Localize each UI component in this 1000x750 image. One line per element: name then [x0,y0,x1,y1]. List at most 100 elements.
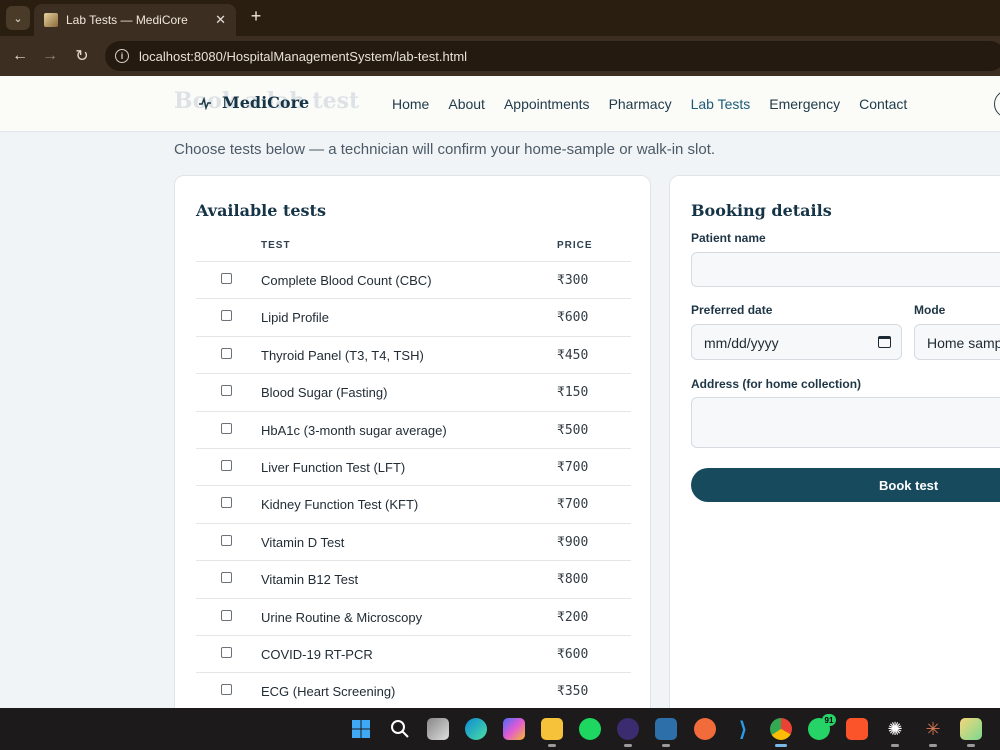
preferred-date-label: Preferred date [691,303,773,317]
test-name: COVID-19 RT-PCR [261,646,373,662]
test-name: Vitamin B12 Test [261,572,359,588]
nav-appointments[interactable]: Appointments [504,96,590,112]
test-checkbox[interactable] [221,572,232,584]
tab-search-chevron-icon[interactable]: ⌄ [6,6,30,30]
book-test-button[interactable]: Book test [691,468,1000,502]
patient-name-input[interactable] [691,252,1000,287]
test-checkbox[interactable] [221,684,232,696]
test-checkbox[interactable] [221,609,232,621]
browser-toolbar: ← → ↻ i localhost:8080/HospitalManagemen… [0,36,1000,76]
brave-browser-icon[interactable] [846,718,868,740]
table-row: Liver Function Test (LFT) ₹700 [196,449,631,487]
nav-about[interactable]: About [448,96,485,112]
tests-table-body: Complete Blood Count (CBC) ₹300 Lipid Pro… [196,262,631,711]
test-name: ECG (Heart Screening) [261,684,396,700]
test-name: Kidney Function Test (KFT) [261,497,419,513]
table-row: Lipid Profile ₹600 [196,299,631,337]
site-header: Book a lab test MediCore Home About Appo… [0,76,1000,132]
app-running-indicator [967,744,975,747]
test-checkbox[interactable] [221,497,232,509]
postman-icon[interactable] [694,718,716,740]
address-textarea[interactable] [691,397,1000,448]
search-icon[interactable] [389,718,411,740]
table-row: ECG (Heart Screening) ₹350 [196,673,631,711]
favicon-icon [44,13,58,27]
nav-emergency[interactable]: Emergency [769,96,840,112]
nav-pharmacy[interactable]: Pharmacy [609,96,672,112]
windows-start-icon[interactable] [350,718,372,740]
url-text: localhost:8080/HospitalManagementSystem/… [139,48,468,64]
patient-name-label: Patient name [691,231,766,245]
test-checkbox[interactable] [221,459,232,471]
account-button[interactable] [994,90,1000,118]
file-explorer-icon[interactable] [541,718,563,740]
test-name: Thyroid Panel (T3, T4, TSH) [261,347,424,363]
nav-home[interactable]: Home [392,96,429,112]
claude-icon[interactable]: ✳ [922,718,944,740]
edge-browser-icon[interactable] [465,718,487,740]
calendar-icon[interactable] [878,336,891,348]
table-row: Blood Sugar (Fasting) ₹150 [196,374,631,412]
eclipse-ide-icon[interactable] [617,718,639,740]
browser-tab[interactable]: Lab Tests — MediCore ✕ [34,4,236,36]
book-test-label: Book test [879,478,939,493]
test-name: Complete Blood Count (CBC) [261,273,432,288]
chatgpt-running-indicator [891,744,899,747]
address-label: Address (for home collection) [691,377,862,391]
new-tab-icon[interactable]: + [246,6,266,28]
table-row: COVID-19 RT-PCR ₹600 [196,636,631,674]
forward-arrow-icon[interactable]: → [38,44,62,68]
table-row: HbA1c (3-month sugar average) ₹500 [196,412,631,449]
copilot-icon[interactable] [503,718,525,740]
test-price: ₹800 [557,572,589,588]
test-price: ₹900 [557,534,589,550]
test-checkbox[interactable] [221,385,232,397]
chatgpt-icon[interactable]: ✺ [884,718,906,740]
test-price: ₹600 [557,646,589,662]
back-arrow-icon[interactable]: ← [8,44,32,68]
test-name: HbA1c (3-month sugar average) [261,422,447,438]
table-row: Vitamin D Test ₹900 [196,524,631,562]
available-tests-title: Available tests [196,201,326,220]
test-checkbox[interactable] [221,273,232,284]
vscode-icon[interactable]: ⟩ [732,718,754,741]
test-price: ₹150 [557,385,589,401]
test-checkbox[interactable] [221,534,232,546]
test-name: Liver Function Test (LFT) [261,459,406,475]
main-nav: Home About Appointments Pharmacy Lab Tes… [392,96,907,112]
tab-close-icon[interactable]: ✕ [215,12,226,28]
mode-selected-value: Home sample [927,335,1000,351]
table-row: Kidney Function Test (KFT) ₹700 [196,486,631,524]
heartbeat-icon [199,95,211,110]
tests-table-header: TEST PRICE [196,232,631,262]
os-taskbar: ⟩ 91 ✺ ✳ [0,708,1000,750]
page-subtitle: Choose tests below — a technician will c… [174,141,716,158]
test-price: ₹500 [557,422,589,438]
nav-contact[interactable]: Contact [859,96,907,112]
brand-logo[interactable]: MediCore [198,93,309,112]
task-view-icon[interactable] [427,718,449,740]
mysql-workbench-icon[interactable] [655,718,677,740]
brand-name: MediCore [222,93,310,112]
column-header-test: TEST [261,240,291,251]
mode-select[interactable]: Home sample [914,324,1000,360]
test-price: ₹700 [557,459,589,475]
test-checkbox[interactable] [221,347,232,359]
mode-label: Mode [914,303,946,317]
test-price: ₹600 [557,310,589,326]
chrome-icon[interactable] [770,718,792,740]
nav-lab-tests[interactable]: Lab Tests [691,96,751,112]
mysql-running-indicator [662,744,670,747]
test-checkbox[interactable] [221,422,232,434]
preferred-date-input[interactable]: mm/dd/yyyy [691,324,902,360]
spotify-icon[interactable] [579,718,601,740]
reload-icon[interactable]: ↻ [70,44,94,68]
test-checkbox[interactable] [221,646,232,658]
booking-details-card: Booking details Patient name Preferred d… [669,175,1000,735]
chrome-active-indicator [775,744,787,747]
test-name: Urine Routine & Microscopy [261,609,423,625]
address-bar[interactable]: i localhost:8080/HospitalManagementSyste… [105,41,1000,71]
site-info-icon[interactable]: i [115,49,129,63]
test-checkbox[interactable] [221,310,232,322]
app-icon[interactable] [960,718,982,740]
